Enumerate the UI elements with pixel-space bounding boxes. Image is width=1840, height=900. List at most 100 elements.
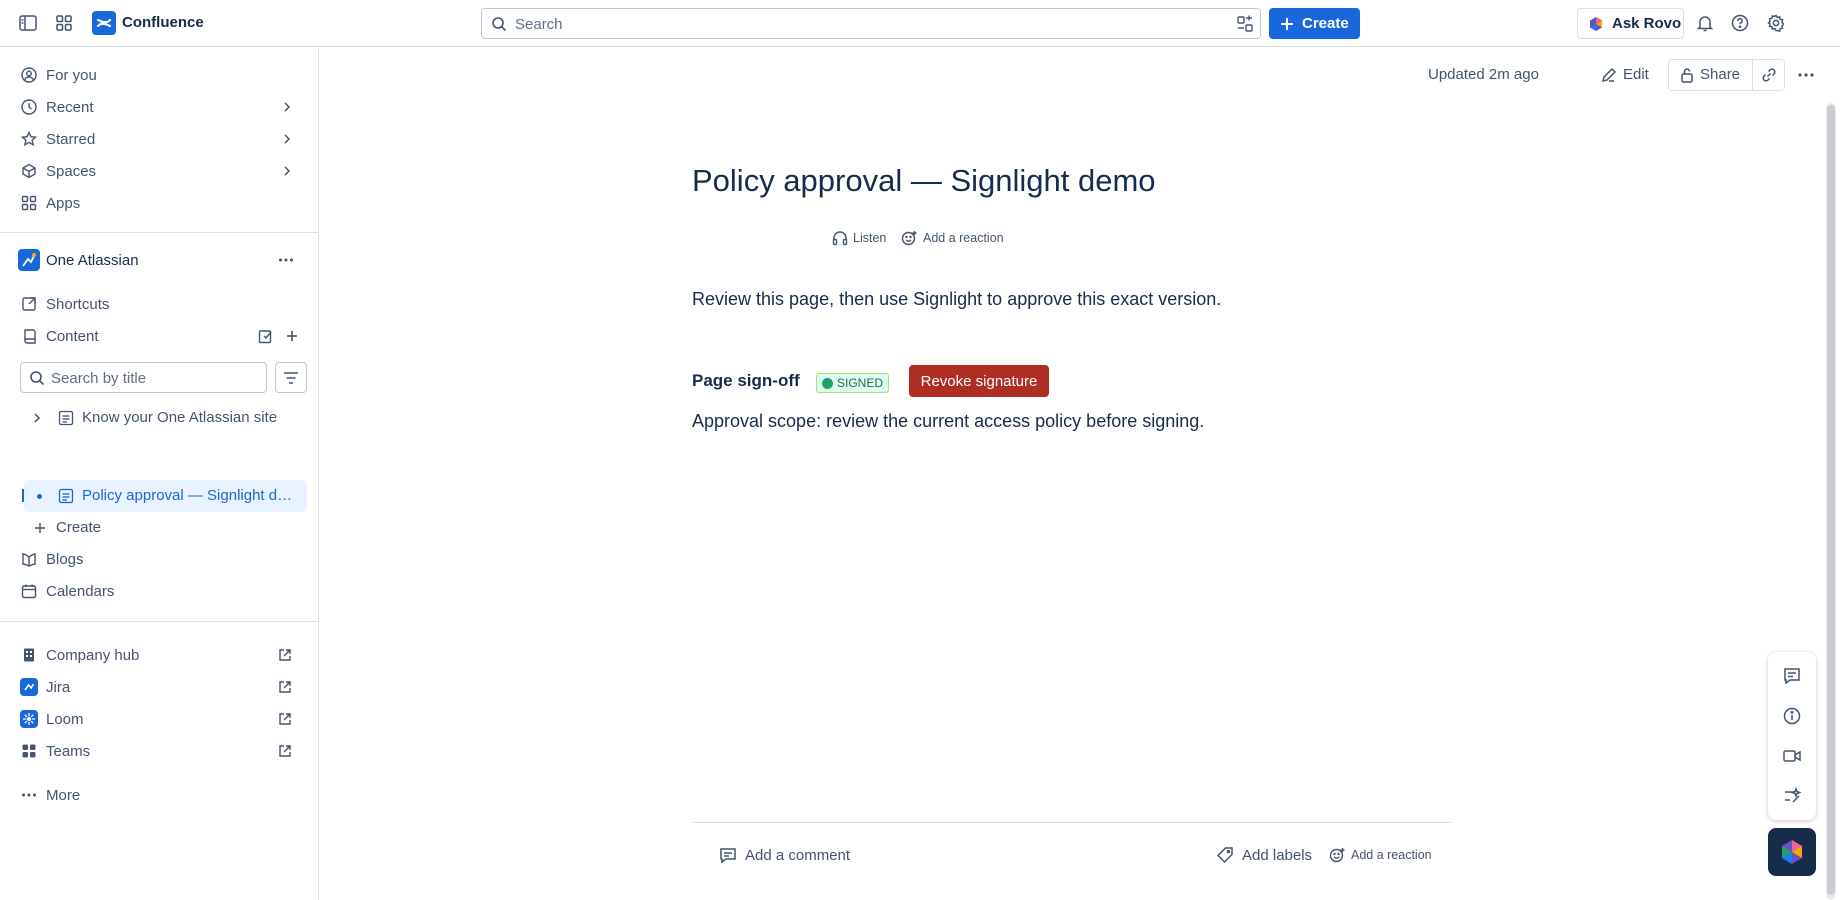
right-tools-panel [1768, 652, 1816, 820]
space-name: One Atlassian [46, 251, 139, 269]
more-horizontal-icon [15, 788, 43, 802]
nav-label: Company hub [46, 646, 140, 664]
apps-icon [15, 195, 43, 211]
nav-blogs[interactable]: Blogs [12, 544, 308, 574]
ask-rovo-label: Ask Rovo [1612, 15, 1682, 32]
nav-recent[interactable]: Recent [12, 92, 308, 122]
app-jira[interactable]: Jira [12, 672, 308, 702]
space-content[interactable]: Content [12, 321, 308, 351]
teams-icon [15, 743, 43, 759]
edit-label: Edit [1623, 66, 1649, 83]
create-button-label: Create [1302, 15, 1349, 32]
nav-label: Jira [46, 678, 71, 696]
share-button[interactable]: Share [1680, 59, 1740, 90]
scrollbar-thumb[interactable] [1827, 105, 1835, 895]
help-icon[interactable] [1728, 11, 1752, 35]
page-icon [58, 488, 74, 504]
app-company-hub[interactable]: Company hub [12, 640, 308, 670]
emoji-add-icon [1329, 847, 1346, 863]
confluence-logo-icon[interactable] [92, 11, 116, 35]
comments-panel-icon[interactable] [1782, 666, 1802, 686]
chevron-right-icon[interactable] [282, 133, 292, 145]
nav-label: Recent [46, 98, 94, 116]
add-labels-button[interactable]: Add labels [1216, 843, 1312, 867]
nav-calendars[interactable]: Calendars [12, 576, 308, 606]
create-button[interactable]: Create [1269, 8, 1360, 39]
settings-gear-icon[interactable] [1764, 11, 1788, 35]
rovo-chat-button[interactable] [1768, 828, 1816, 876]
search-icon [29, 370, 45, 386]
filter-icon [283, 371, 299, 385]
add-comment-button[interactable]: Add a comment [719, 843, 850, 867]
space-header[interactable]: One Atlassian [12, 245, 308, 275]
footer-divider [692, 822, 1452, 823]
ask-rovo-button[interactable]: Ask Rovo [1577, 8, 1684, 39]
app-teams[interactable]: Teams [12, 736, 308, 766]
add-comment-label: Add a comment [745, 846, 851, 864]
app-loom[interactable]: Loom [12, 704, 308, 734]
nav-label: Loom [46, 710, 84, 728]
search-by-title-input[interactable]: Search by title [20, 362, 267, 393]
search-input[interactable]: Search [481, 8, 1261, 39]
footer-add-reaction-label: Add a reaction [1351, 848, 1432, 862]
nav-for-you[interactable]: For you [12, 60, 308, 90]
external-link-icon[interactable] [278, 680, 292, 694]
nav-label: Calendars [46, 582, 115, 600]
add-reaction-button[interactable]: Add a reaction [901, 228, 1004, 248]
more-horizontal-icon[interactable] [278, 253, 294, 267]
create-from-template-icon[interactable] [258, 328, 274, 344]
sidebar-divider [0, 621, 319, 622]
listen-label: Listen [853, 231, 887, 245]
nav-more[interactable]: More [12, 780, 308, 810]
listen-button[interactable]: Listen [832, 228, 886, 248]
more-actions-icon[interactable] [1797, 68, 1815, 82]
external-link-icon[interactable] [278, 648, 292, 662]
chevron-right-icon[interactable] [282, 101, 292, 113]
notifications-bell-icon[interactable] [1693, 11, 1717, 35]
nav-spaces[interactable]: Spaces [12, 156, 308, 186]
nav-starred[interactable]: Starred [12, 124, 308, 154]
signoff-heading: Page sign-off [692, 371, 800, 390]
share-label: Share [1700, 66, 1741, 83]
rovo-icon [1780, 839, 1804, 865]
tag-icon [1216, 846, 1234, 864]
sidebar-toggle-icon[interactable] [16, 11, 40, 35]
tree-item-policy-approval[interactable]: Policy approval — Signlight demo [24, 480, 307, 512]
revoke-signature-button[interactable]: Revoke signature [909, 365, 1049, 397]
space-shortcuts[interactable]: Shortcuts [12, 289, 308, 319]
edit-button[interactable]: Edit [1601, 59, 1649, 90]
nav-label: Shortcuts [46, 295, 110, 313]
signed-badge-label: SIGNED [837, 376, 884, 390]
page-icon [58, 410, 74, 426]
chevron-right-icon[interactable] [282, 165, 292, 177]
details-info-icon[interactable] [1782, 706, 1802, 726]
footer-add-reaction-button[interactable]: Add a reaction [1329, 843, 1432, 867]
search-options-icon[interactable] [1236, 15, 1254, 33]
app-name[interactable]: Confluence [122, 14, 204, 31]
clock-icon [15, 99, 43, 115]
app-switcher-icon[interactable] [52, 11, 76, 35]
filter-button[interactable] [275, 362, 307, 393]
updated-timestamp[interactable]: Updated 2m ago [1428, 59, 1539, 90]
nav-label: Starred [46, 130, 96, 148]
share-divider [1752, 60, 1753, 90]
green-status-dot [822, 377, 833, 389]
tree-create[interactable]: Create [22, 512, 307, 544]
search-icon [491, 16, 507, 32]
external-link-icon[interactable] [278, 744, 292, 758]
nav-apps[interactable]: Apps [12, 188, 308, 218]
sparkle-tools-icon[interactable] [1782, 786, 1802, 806]
add-content-plus-icon[interactable] [284, 328, 300, 344]
tree-item-label: Know your One Atlassian site [82, 409, 278, 426]
tree-item-know-your-site[interactable]: Know your One Atlassian site [22, 402, 307, 434]
chevron-right-icon[interactable] [32, 412, 42, 424]
nav-label: Teams [46, 742, 91, 760]
external-link-icon[interactable] [278, 712, 292, 726]
plus-icon [33, 521, 47, 535]
copy-link-icon[interactable] [1761, 67, 1777, 83]
page-body-paragraph: Review this page, then use Signlight to … [692, 289, 1222, 309]
calendar-icon [15, 583, 43, 599]
nav-label: Apps [46, 194, 81, 212]
comment-icon [719, 846, 737, 864]
video-record-icon[interactable] [1782, 746, 1802, 766]
